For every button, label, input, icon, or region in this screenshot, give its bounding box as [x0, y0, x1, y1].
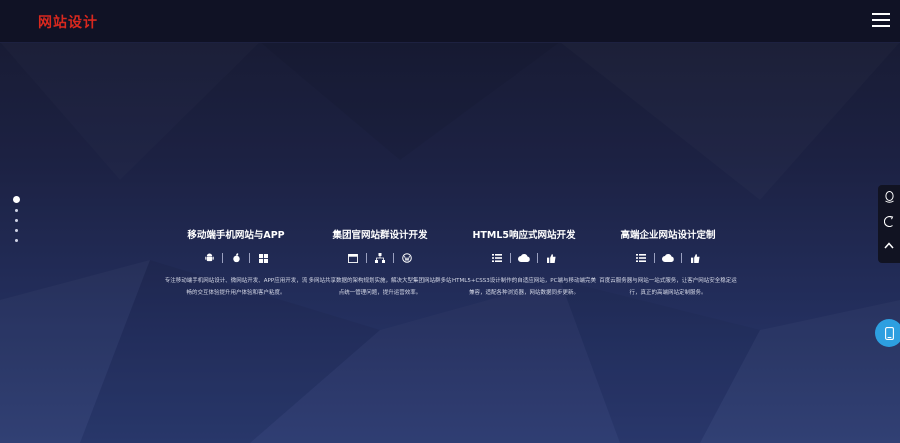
service-description: 百度云服务器与网站一站式服务，让客户网站安全稳定运行，真正的高端网站定制服务。: [599, 278, 737, 296]
slide-dot-3[interactable]: [14, 219, 18, 222]
separator: [681, 253, 682, 263]
service-title: 高端企业网站设计定制: [620, 230, 716, 241]
android-icon: [202, 251, 216, 265]
service-icons: [573, 251, 763, 265]
window-icon: [346, 251, 360, 265]
separator: [654, 253, 655, 263]
top-navigation-bar: 网站设计: [0, 0, 900, 43]
slide-pagination: [12, 196, 20, 249]
separator: [537, 253, 538, 263]
list-icon: [490, 251, 504, 265]
qq-icon[interactable]: [878, 185, 900, 209]
service-enterprise-custom: 高端企业网站设计定制 百度云服务器与网站一站式服务，让客户网站安全稳定运行，真正…: [573, 229, 763, 299]
separator: [510, 253, 511, 263]
list-icon: [634, 251, 648, 265]
separator: [393, 253, 394, 263]
site-logo[interactable]: 网站设计: [38, 12, 98, 32]
hamburger-menu-icon[interactable]: [872, 13, 890, 27]
separator: [366, 253, 367, 263]
thumbs-up-icon: [544, 251, 558, 265]
windows-icon: [256, 251, 270, 265]
mobile-phone-icon[interactable]: [875, 319, 900, 347]
phone-icon[interactable]: [878, 209, 900, 233]
network-icon: [373, 251, 387, 265]
wordpress-icon: [400, 251, 414, 265]
back-to-top-icon[interactable]: [878, 233, 900, 257]
background-pattern: [80, 0, 760, 443]
side-toolbar: [878, 185, 900, 263]
slide-dot-4[interactable]: [14, 229, 18, 232]
slide-dot-1[interactable]: [12, 196, 20, 203]
cloud-icon: [517, 251, 531, 265]
thumbs-up-icon: [688, 251, 702, 265]
separator: [222, 253, 223, 263]
cloud-icon: [661, 251, 675, 265]
slide-dot-2[interactable]: [14, 209, 18, 212]
separator: [249, 253, 250, 263]
apple-icon: [229, 251, 243, 265]
slide-dot-5[interactable]: [14, 239, 18, 242]
